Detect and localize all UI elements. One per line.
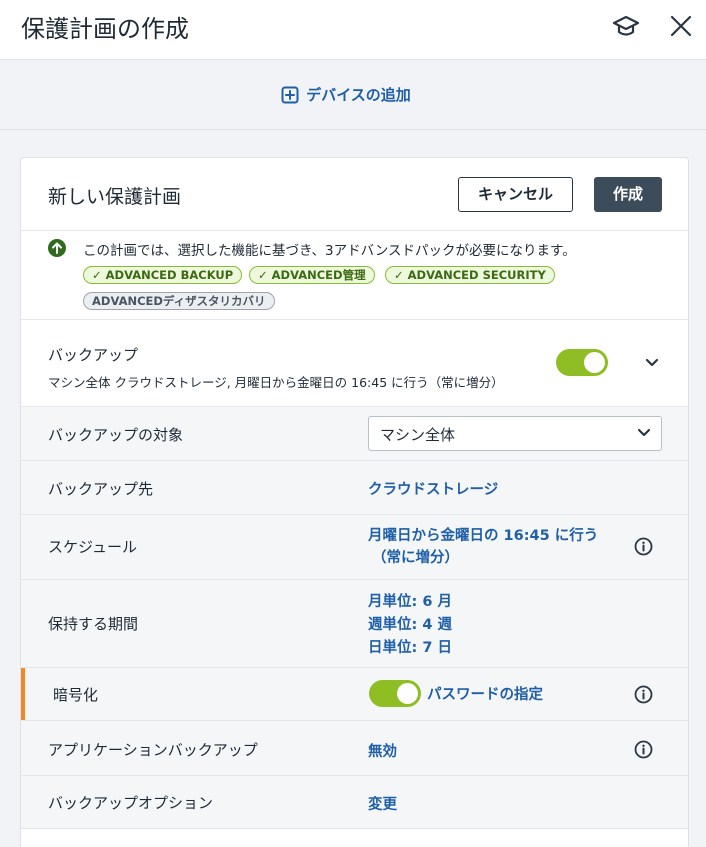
badge-label: ADVANCED SECURITY [407, 268, 546, 282]
row-backup-target: バックアップの対象 マシン全体 [21, 407, 688, 461]
plan-card: 新しい保護計画 キャンセル 作成 この計画では、選択した機能に基づき、3アドバン… [20, 157, 689, 847]
badge-label: ADVANCEDディザスタリカバリ [92, 294, 266, 308]
select-value: マシン全体 [380, 426, 456, 444]
row-schedule: スケジュール 月曜日から金曜日の 16:45 に行う （常に増分） [21, 515, 688, 580]
cancel-button[interactable]: キャンセル [458, 177, 573, 212]
backup-toggle[interactable] [556, 349, 608, 376]
add-device-bar: デバイスの追加 [0, 60, 706, 130]
page-title: 保護計画の作成 [21, 15, 189, 43]
backup-summary: マシン全体 クラウドストレージ, 月曜日から金曜日の 16:45 に行う（常に増… [48, 375, 504, 390]
badge-advanced-management: ✓ ADVANCED管理 [249, 266, 375, 284]
row-label: バックアップの対象 [48, 426, 184, 444]
badge-label: ADVANCED BACKUP [105, 268, 234, 282]
info-icon[interactable] [634, 685, 653, 704]
encryption-password-link[interactable]: パスワードの指定 [427, 683, 543, 704]
add-device-link[interactable]: デバイスの追加 [281, 84, 411, 105]
header-bar: 保護計画の作成 [0, 0, 706, 60]
row-label: バックアップオプション [48, 794, 214, 812]
plan-name[interactable]: 新しい保護計画 [48, 182, 181, 209]
backup-label: バックアップ [48, 346, 139, 364]
row-application-backup: アプリケーションバックアップ 無効 [21, 721, 688, 776]
schedule-link-line2[interactable]: （常に増分） [372, 546, 459, 567]
backup-section-header[interactable]: バックアップ マシン全体 クラウドストレージ, 月曜日から金曜日の 16:45 … [21, 320, 688, 407]
info-icon[interactable] [634, 537, 653, 556]
license-notice: この計画では、選択した機能に基づき、3アドバンスドパックが必要になります。 ✓ … [21, 230, 688, 320]
chevron-down-icon [637, 428, 651, 437]
graduation-cap-icon[interactable] [611, 12, 641, 42]
encryption-toggle[interactable] [369, 680, 421, 707]
row-backup-destination: バックアップ先 クラウドストレージ [21, 461, 688, 515]
card-footer-space [21, 829, 688, 847]
row-label: バックアップ先 [48, 480, 154, 498]
create-button[interactable]: 作成 [594, 177, 662, 212]
arrow-up-circle-icon [48, 239, 66, 257]
warning-accent-bar [21, 668, 25, 720]
close-icon[interactable] [666, 11, 696, 41]
application-backup-link[interactable]: 無効 [368, 740, 397, 761]
check-icon: ✓ [394, 268, 404, 282]
plus-square-icon [281, 86, 299, 103]
check-icon: ✓ [92, 268, 102, 282]
badge-advanced-backup: ✓ ADVANCED BACKUP [83, 266, 243, 284]
toggle-knob [584, 352, 605, 373]
badge-advanced-disaster-recovery: ADVANCEDディザスタリカバリ [83, 292, 275, 310]
check-icon: ✓ [258, 268, 268, 282]
row-encryption: 暗号化 パスワードの指定 [21, 668, 688, 721]
backup-destination-link[interactable]: クラウドストレージ [368, 478, 498, 499]
schedule-link-line1[interactable]: 月曜日から金曜日の 16:45 に行う [368, 524, 598, 545]
toggle-knob [397, 683, 418, 704]
retention-weekly[interactable]: 週単位: 4 週 [368, 613, 452, 634]
row-retention: 保持する期間 月単位: 6 月 週単位: 4 週 日単位: 7 日 [21, 580, 688, 668]
license-message: この計画では、選択した機能に基づき、3アドバンスドパックが必要になります。 [83, 243, 576, 259]
chevron-down-icon[interactable] [645, 358, 659, 368]
row-label: スケジュール [48, 538, 137, 556]
row-backup-options: バックアップオプション 変更 [21, 776, 688, 829]
row-label: アプリケーションバックアップ [48, 741, 258, 759]
badge-advanced-security: ✓ ADVANCED SECURITY [385, 266, 555, 284]
row-label: 保持する期間 [48, 615, 139, 633]
retention-daily[interactable]: 日単位: 7 日 [368, 636, 452, 657]
backup-target-select[interactable]: マシン全体 [368, 416, 662, 451]
info-icon[interactable] [634, 740, 653, 759]
add-device-label: デバイスの追加 [306, 86, 411, 104]
retention-monthly[interactable]: 月単位: 6 月 [368, 590, 452, 611]
row-label: 暗号化 [53, 686, 99, 704]
badge-label: ADVANCED管理 [271, 268, 366, 282]
backup-options-link[interactable]: 変更 [368, 793, 397, 814]
